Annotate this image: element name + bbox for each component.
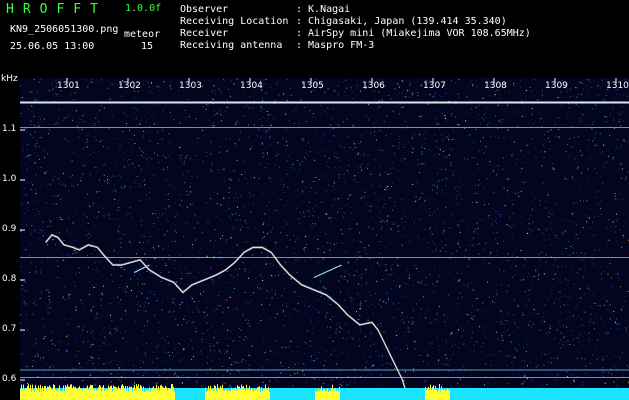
- x-tick-label: 1305: [301, 81, 324, 91]
- file-name: KN9_2506051300.png: [10, 24, 119, 35]
- y-tick-label: 0.8: [2, 274, 17, 284]
- y-tick-label: 0.6: [2, 374, 17, 384]
- timestamp: 25.06.05 13:00: [10, 41, 95, 52]
- app-version: 1.0.0f: [125, 3, 162, 14]
- echo-streak: [313, 264, 342, 279]
- y-tick-label: 1.0: [2, 174, 17, 184]
- info-label-antenna: Receiving antenna: [180, 40, 283, 51]
- info-label-location: Receiving Location: [180, 16, 289, 27]
- x-tick-label: 1310: [606, 81, 629, 91]
- noise-speckles: [20, 78, 629, 387]
- x-tick-label: 1302: [118, 81, 141, 91]
- info-value-location: : Chigasaki, Japan (139.414 35.340): [296, 16, 507, 27]
- y-tick-label: 1.1: [2, 124, 17, 134]
- info-label-receiver: Receiver: [180, 28, 229, 39]
- info-value-observer: : K.Nagai: [296, 4, 351, 15]
- y-axis-label: kHz: [1, 74, 18, 84]
- info-value-receiver: : AirSpy mini (Miakejima VOR 108.65MHz): [296, 28, 531, 39]
- x-tick-label: 1307: [423, 81, 446, 91]
- hroftt-window: HROFFT 1.0.0f KN9_2506051300.png 25.06.0…: [0, 0, 629, 400]
- x-tick-label: 1308: [484, 81, 507, 91]
- y-tick-label: 0.9: [2, 224, 17, 234]
- info-label-observer: Observer: [180, 4, 229, 15]
- x-tick-label: 1309: [545, 81, 568, 91]
- y-tick-label: 0.7: [2, 324, 17, 334]
- info-value-antenna: : Maspro FM-3: [296, 40, 375, 51]
- app-title: HROFFT: [6, 2, 107, 17]
- meteor-echo-trace: [45, 234, 407, 391]
- x-tick-label: 1306: [362, 81, 385, 91]
- x-tick-label: 1304: [240, 81, 263, 91]
- x-tick-label: 1301: [57, 81, 80, 91]
- spectrogram-svg: [20, 78, 629, 400]
- mode-value: 15: [141, 41, 154, 52]
- mode-label: meteor: [124, 29, 161, 40]
- x-tick-label: 1303: [179, 81, 202, 91]
- spectrogram-plot: [20, 78, 629, 400]
